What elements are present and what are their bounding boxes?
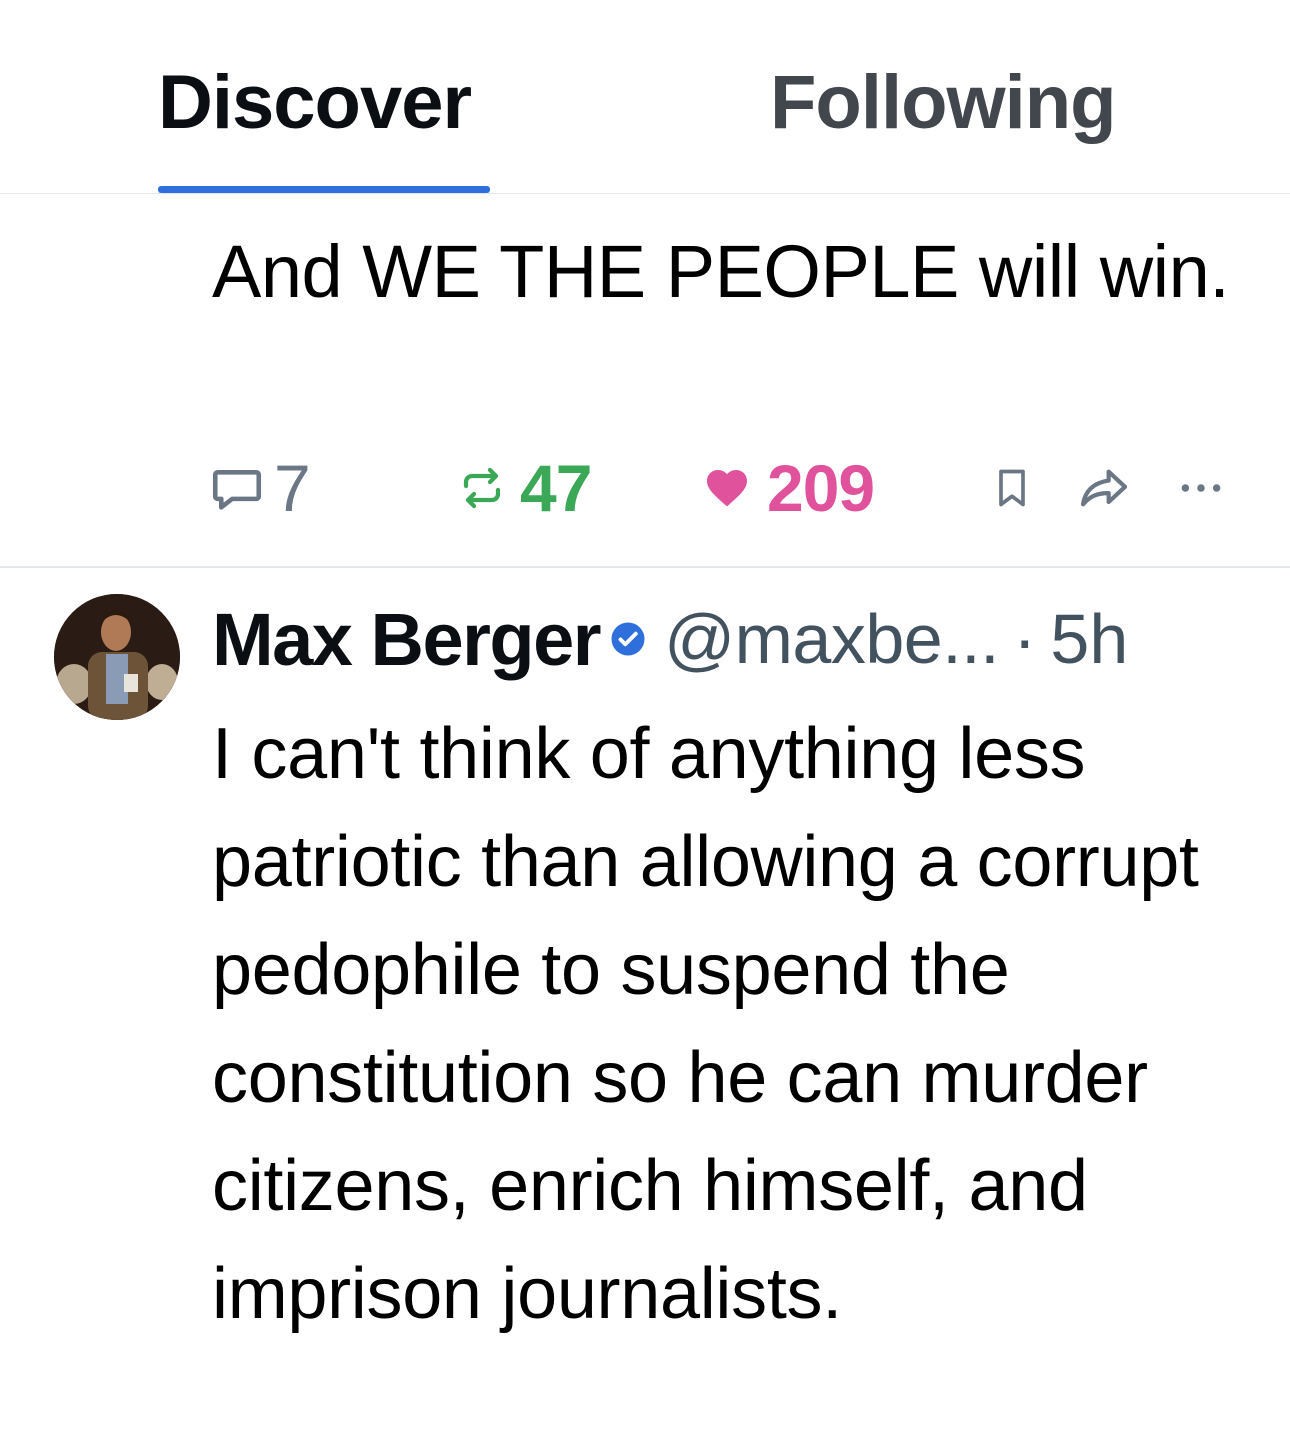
post-header: Max Berger @maxbe... · 5h [212,594,1272,684]
bookmark-button[interactable] [990,448,1034,528]
author-handle[interactable]: @maxbe... [664,599,1000,679]
share-button[interactable] [1076,448,1132,528]
tab-following[interactable]: Following [770,58,1117,148]
repost-icon [463,467,501,509]
share-icon [1080,469,1128,507]
author-name[interactable]: Max Berger [212,597,602,682]
meta-separator: · [1013,600,1037,678]
post-actions-bar: 7 47 209 [0,448,1290,528]
avatar-image [54,594,180,720]
repost-count: 47 [520,451,592,525]
active-tab-indicator [158,186,490,193]
more-options-button[interactable] [1176,448,1226,528]
bookmark-icon [999,469,1025,507]
feed-tabs: Discover Following [0,0,1290,194]
post-divider [0,566,1290,568]
post-text: I can't think of anything less patriotic… [212,714,1199,1334]
verified-badge-icon [611,622,645,656]
repost-button[interactable]: 47 [458,448,592,528]
like-count: 209 [767,451,875,525]
heart-icon [707,470,747,507]
post-timestamp[interactable]: 5h [1050,599,1128,679]
like-button[interactable]: 209 [703,448,875,528]
reply-icon [212,469,262,510]
reply-count: 7 [274,451,311,525]
post-text: And WE THE PEOPLE will win. [212,230,1230,313]
avatar[interactable] [54,594,180,720]
reply-button[interactable]: 7 [208,448,311,528]
more-icon [1181,484,1221,492]
tab-discover[interactable]: Discover [158,58,472,148]
